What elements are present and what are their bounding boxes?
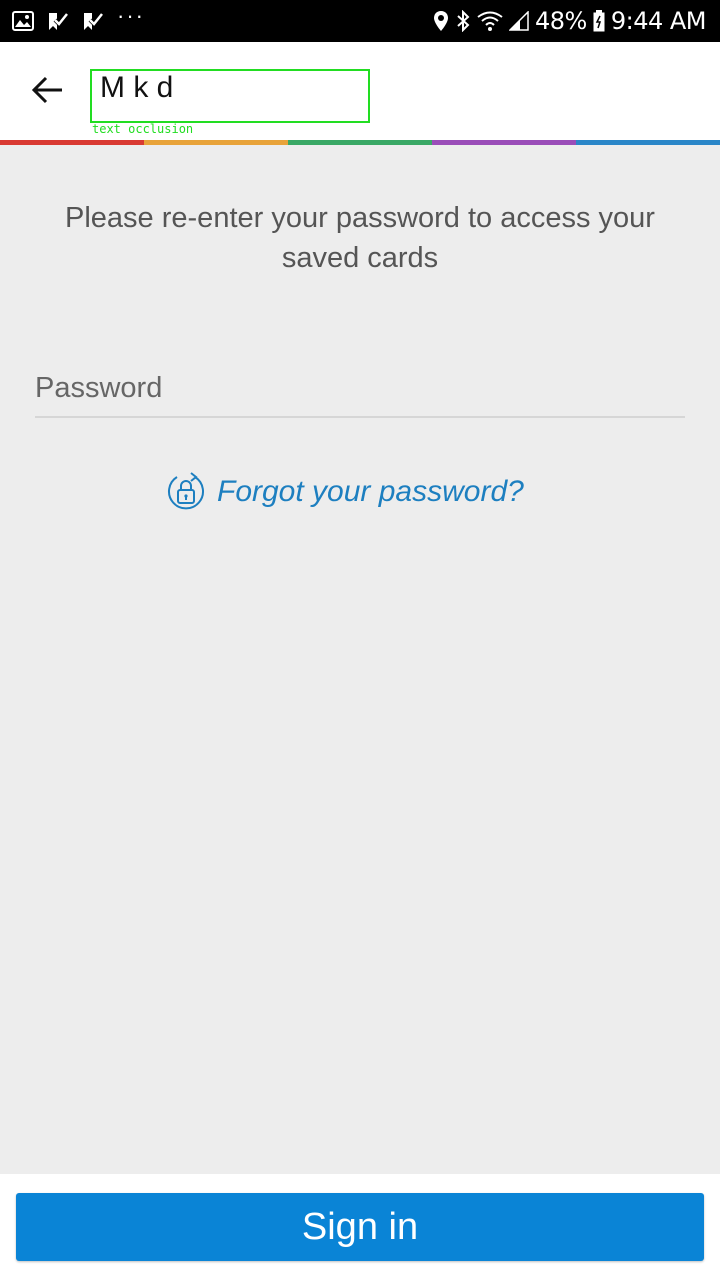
lock-refresh-icon — [165, 471, 207, 513]
password-field[interactable] — [35, 360, 685, 418]
bottom-bar: Sign in — [0, 1174, 720, 1280]
stripe-segment-orange — [144, 140, 288, 145]
arrow-left-icon — [32, 76, 64, 104]
status-left: ··· — [12, 3, 158, 31]
battery-icon — [593, 10, 605, 32]
clock: 9:44 AM — [610, 7, 707, 35]
location-icon — [433, 10, 449, 32]
occlusion-label: text occlusion — [92, 122, 194, 136]
wifi-icon — [477, 10, 503, 32]
stripe-segment-red — [0, 140, 144, 145]
page-title: M k d — [100, 71, 174, 104]
bluetooth-icon — [455, 10, 471, 32]
forgot-password-label: Forgot your password? — [217, 475, 524, 508]
instruction-text: Please re-enter your password to access … — [65, 202, 655, 274]
status-bar: ··· 48% 9:44 AM — [0, 0, 720, 42]
status-right: 48% 9:44 AM — [427, 7, 707, 35]
signal-icon — [509, 11, 529, 31]
back-button[interactable] — [24, 66, 72, 114]
check-flag-icon — [82, 11, 104, 31]
battery-percent: 48% — [535, 7, 587, 35]
sign-in-button[interactable]: Sign in — [16, 1193, 704, 1261]
more-dots-icon: ··· — [117, 3, 145, 28]
stripe-segment-green — [288, 140, 432, 145]
forgot-password-link[interactable]: Forgot your password? — [165, 470, 524, 514]
gallery-icon — [12, 11, 34, 31]
stripe-segment-purple — [432, 140, 576, 145]
stripe-segment-blue — [576, 140, 720, 145]
app-bar: M k d text occlusion — [0, 42, 720, 140]
check-flag-icon — [47, 11, 69, 31]
color-stripe — [0, 140, 720, 145]
screen: ··· 48% 9:44 AM M k d text occlusion Ple… — [0, 0, 720, 1280]
title-occlusion-box: M k d — [90, 69, 370, 123]
